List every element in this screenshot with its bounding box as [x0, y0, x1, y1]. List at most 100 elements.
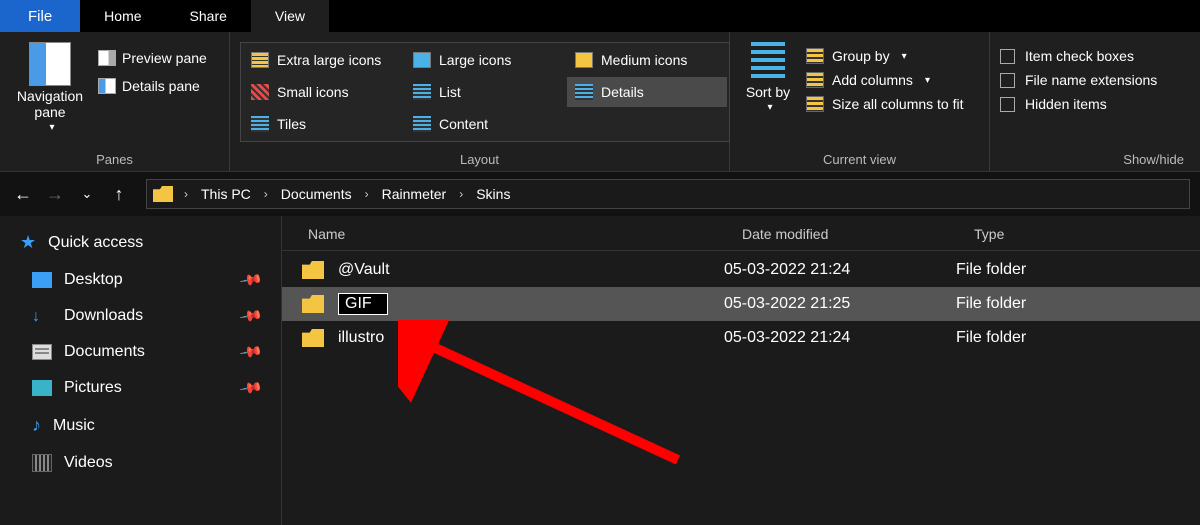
add-columns-icon	[806, 72, 824, 88]
ribbon-group-layout: Extra large icons Large icons Medium ico…	[230, 32, 730, 171]
sidebar-desktop-label: Desktop	[64, 271, 123, 289]
column-header-name[interactable]: Name	[302, 226, 742, 242]
downloads-icon	[32, 308, 52, 324]
details-label: Details	[601, 84, 644, 100]
ribbon-group-label-currentview: Current view	[740, 148, 979, 169]
ribbon-group-label-panes: Panes	[10, 148, 219, 169]
column-header-type[interactable]: Type	[974, 226, 1180, 242]
file-date-label: 05-03-2022 21:24	[724, 261, 956, 279]
ribbon: Navigation pane ▾ Preview pane Details p…	[0, 32, 1200, 172]
extra-large-icons-icon	[251, 52, 269, 68]
layout-small-icons[interactable]: Small icons	[243, 77, 403, 107]
list-icon	[413, 84, 431, 100]
group-by-button[interactable]: Group by ▾	[800, 46, 970, 66]
sidebar: ★Quick access Desktop 📌 Downloads📌 Docume…	[0, 216, 282, 525]
breadcrumb-rainmeter[interactable]: Rainmeter	[376, 186, 453, 202]
nav-forward-button[interactable]: →	[42, 184, 68, 205]
tab-home[interactable]: Home	[80, 0, 165, 32]
breadcrumb-this-pc[interactable]: This PC	[195, 186, 257, 202]
layout-list[interactable]: List	[405, 77, 565, 107]
pin-icon: 📌	[239, 267, 265, 292]
tab-share[interactable]: Share	[166, 0, 251, 32]
layout-tiles[interactable]: Tiles	[243, 109, 403, 139]
file-name-extensions-toggle[interactable]: File name extensions	[1000, 72, 1157, 88]
sidebar-music[interactable]: ♪ Music	[10, 411, 271, 440]
folder-icon	[302, 261, 324, 279]
preview-pane-icon	[98, 50, 116, 66]
sidebar-documents[interactable]: Documents📌	[10, 339, 271, 365]
extra-large-icons-label: Extra large icons	[277, 52, 381, 68]
layout-medium-icons[interactable]: Medium icons	[567, 45, 727, 75]
layout-content[interactable]: Content	[405, 109, 565, 139]
file-name-label: @Vault	[338, 261, 390, 279]
layout-large-icons[interactable]: Large icons	[405, 45, 565, 75]
content-icon	[413, 116, 431, 132]
checkbox-icon	[1000, 97, 1015, 112]
table-row[interactable]: @Vault05-03-2022 21:24File folder	[282, 255, 1200, 285]
nav-back-button[interactable]: ←	[10, 184, 36, 205]
chevron-down-icon: ▾	[902, 51, 907, 62]
documents-icon	[32, 344, 52, 360]
item-check-boxes-toggle[interactable]: Item check boxes	[1000, 48, 1157, 64]
desktop-icon	[32, 272, 52, 288]
checkbox-icon	[1000, 49, 1015, 64]
tiles-label: Tiles	[277, 116, 306, 132]
layout-extra-large-icons[interactable]: Extra large icons	[243, 45, 403, 75]
preview-pane-button[interactable]: Preview pane	[94, 48, 211, 68]
nav-recent-button[interactable]: ⌄	[74, 186, 100, 202]
size-all-columns-icon	[806, 96, 824, 112]
breadcrumb[interactable]: › This PC › Documents › Rainmeter › Skin…	[146, 179, 1190, 209]
file-name-label: illustro	[338, 329, 384, 347]
sidebar-downloads[interactable]: Downloads📌	[10, 303, 271, 329]
chevron-down-icon: ▾	[49, 122, 54, 133]
sidebar-quick-access-label: Quick access	[48, 234, 143, 252]
layout-details[interactable]: Details	[567, 77, 727, 107]
chevron-right-icon: ›	[182, 187, 190, 201]
navigation-pane-button[interactable]: Navigation pane ▾	[10, 38, 90, 148]
nav-up-button[interactable]: ↑	[106, 184, 132, 205]
breadcrumb-skins[interactable]: Skins	[470, 186, 516, 202]
menu-tabs: File Home Share View	[0, 0, 1200, 32]
tab-file[interactable]: File	[0, 0, 80, 32]
layout-grid: Extra large icons Large icons Medium ico…	[240, 42, 730, 142]
tiles-icon	[251, 116, 269, 132]
checkbox-icon	[1000, 73, 1015, 88]
pin-icon: 📌	[239, 339, 265, 364]
medium-icons-label: Medium icons	[601, 52, 687, 68]
add-columns-button[interactable]: Add columns▾	[800, 70, 970, 90]
file-name-extensions-label: File name extensions	[1025, 72, 1157, 88]
sidebar-videos-label: Videos	[64, 454, 113, 472]
file-date-label: 05-03-2022 21:24	[724, 329, 956, 347]
table-row[interactable]: illustro 05-03-2022 21:24File folder	[282, 323, 1200, 353]
sort-by-icon	[751, 42, 785, 82]
tab-view[interactable]: View	[251, 0, 329, 32]
file-type-label: File folder	[956, 295, 1180, 313]
navigation-pane-label: Navigation pane	[10, 88, 90, 120]
hidden-items-label: Hidden items	[1025, 96, 1107, 112]
sort-by-button[interactable]: Sort by ▾	[740, 38, 796, 148]
details-pane-button[interactable]: Details pane	[94, 76, 211, 96]
sidebar-music-label: Music	[53, 417, 95, 435]
sort-by-label: Sort by	[746, 84, 790, 100]
group-by-label: Group by	[832, 48, 890, 64]
size-all-columns-button[interactable]: Size all columns to fit	[800, 94, 970, 114]
sidebar-quick-access[interactable]: ★Quick access	[10, 228, 271, 257]
table-row[interactable]: GIF05-03-2022 21:25File folder	[282, 287, 1200, 321]
breadcrumb-documents[interactable]: Documents	[275, 186, 358, 202]
sidebar-pictures[interactable]: Pictures📌	[10, 375, 271, 401]
sidebar-videos[interactable]: Videos	[10, 450, 271, 476]
column-header-date[interactable]: Date modified	[742, 226, 974, 242]
hidden-items-toggle[interactable]: Hidden items	[1000, 96, 1157, 112]
column-headers: Name Date modified Type	[282, 216, 1200, 251]
file-type-label: File folder	[956, 329, 1180, 347]
list-label: List	[439, 84, 461, 100]
rename-input[interactable]: GIF	[338, 293, 388, 315]
content-label: Content	[439, 116, 488, 132]
item-check-boxes-label: Item check boxes	[1025, 48, 1134, 64]
sidebar-desktop[interactable]: Desktop 📌	[10, 267, 271, 293]
music-icon: ♪	[32, 415, 41, 436]
large-icons-label: Large icons	[439, 52, 511, 68]
file-rows: @Vault05-03-2022 21:24File folderGIF05-0…	[282, 251, 1200, 353]
small-icons-label: Small icons	[277, 84, 349, 100]
nav-bar: ← → ⌄ ↑ › This PC › Documents › Rainmete…	[0, 172, 1200, 216]
